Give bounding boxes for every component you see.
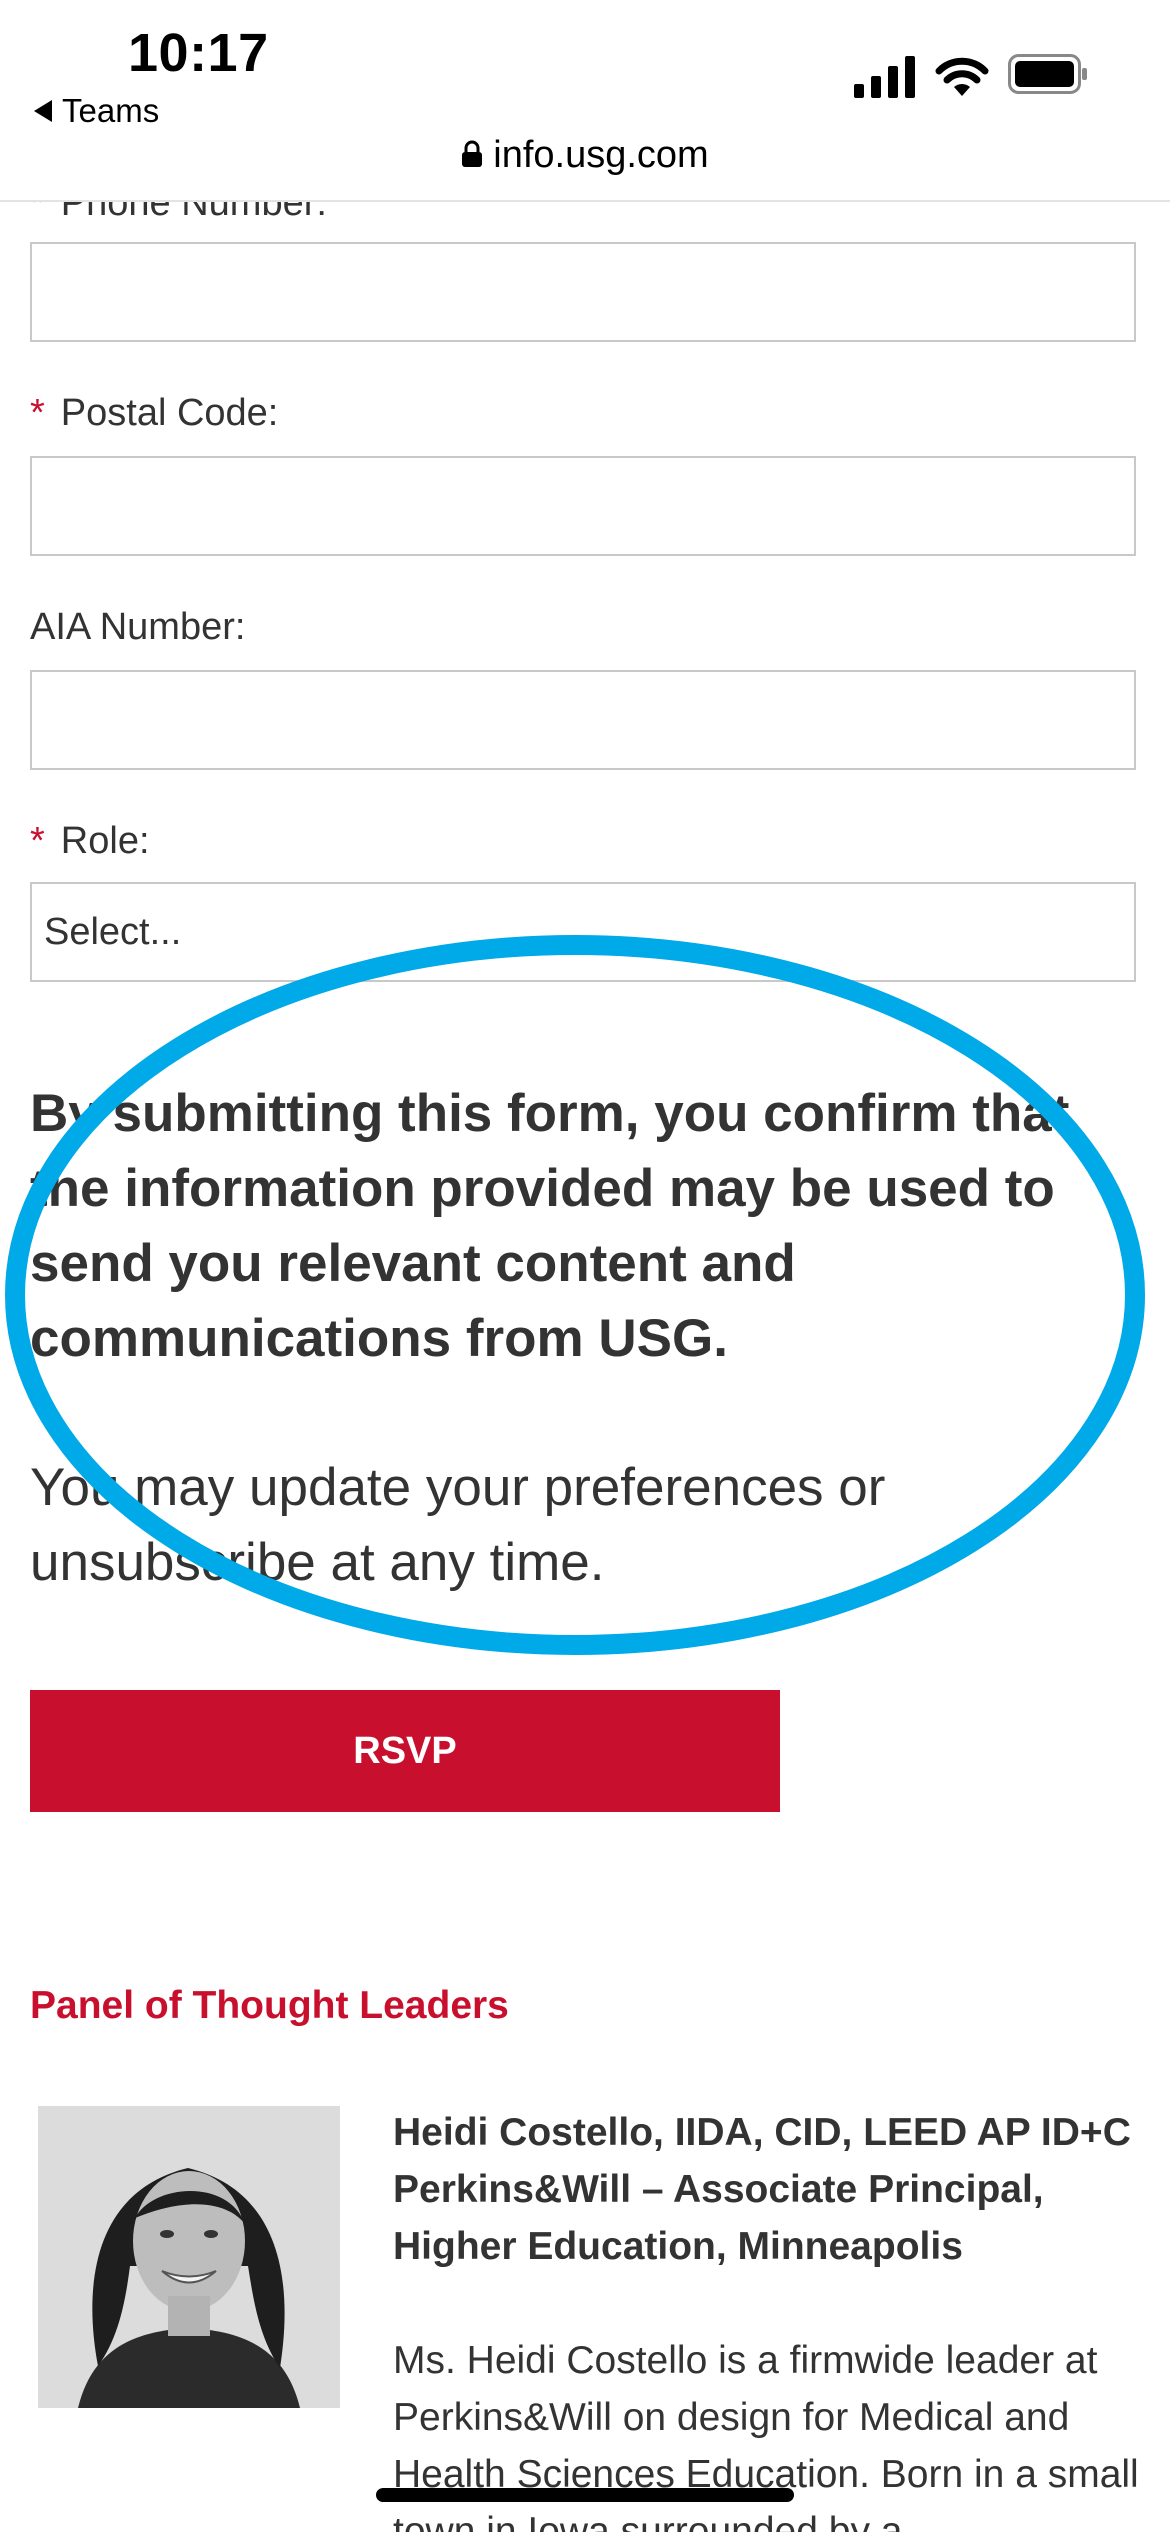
page: 10:17 Teams info.usg.com * Phone Number:… bbox=[0, 0, 1170, 2532]
preferences-note: You may update your preferences or unsub… bbox=[30, 1458, 886, 1592]
consent-disclaimer: By submitting this form, you confirm tha… bbox=[30, 1084, 1070, 1368]
speaker-photo bbox=[38, 2106, 340, 2408]
role-select-value: Select... bbox=[44, 910, 182, 953]
speaker-bio: Ms. Heidi Costello is a firmwide leader … bbox=[393, 2339, 1139, 2532]
aia-number-label: AIA Number: bbox=[30, 606, 246, 648]
speaker-heading: Heidi Costello, IIDA, CID, LEED AP ID+C … bbox=[393, 2111, 1131, 2268]
wifi-icon bbox=[935, 57, 989, 96]
role-label: * Role: bbox=[30, 820, 150, 862]
home-indicator bbox=[376, 2488, 794, 2502]
aia-number-input[interactable] bbox=[30, 670, 1136, 770]
battery-icon bbox=[1008, 54, 1087, 94]
phone-number-input[interactable] bbox=[30, 242, 1136, 342]
cellular-signal-icon bbox=[854, 56, 915, 98]
role-select[interactable]: Select... bbox=[30, 882, 1136, 982]
rsvp-button[interactable]: RSVP bbox=[30, 1690, 780, 1812]
url-text: info.usg.com bbox=[493, 134, 709, 176]
address-bar[interactable]: info.usg.com bbox=[0, 134, 1170, 177]
back-app-label: Teams bbox=[62, 92, 160, 129]
status-bar: 10:17 Teams info.usg.com bbox=[0, 0, 1170, 202]
back-arrow-icon bbox=[34, 100, 52, 122]
back-to-app-link[interactable]: Teams bbox=[34, 92, 159, 130]
required-marker: * bbox=[30, 820, 45, 862]
postal-code-input[interactable] bbox=[30, 456, 1136, 556]
status-time: 10:17 bbox=[128, 23, 269, 83]
lock-icon bbox=[462, 140, 483, 167]
required-marker: * bbox=[30, 392, 45, 434]
postal-code-label: * Postal Code: bbox=[30, 392, 279, 434]
panel-section-title: Panel of Thought Leaders bbox=[30, 1984, 509, 2027]
